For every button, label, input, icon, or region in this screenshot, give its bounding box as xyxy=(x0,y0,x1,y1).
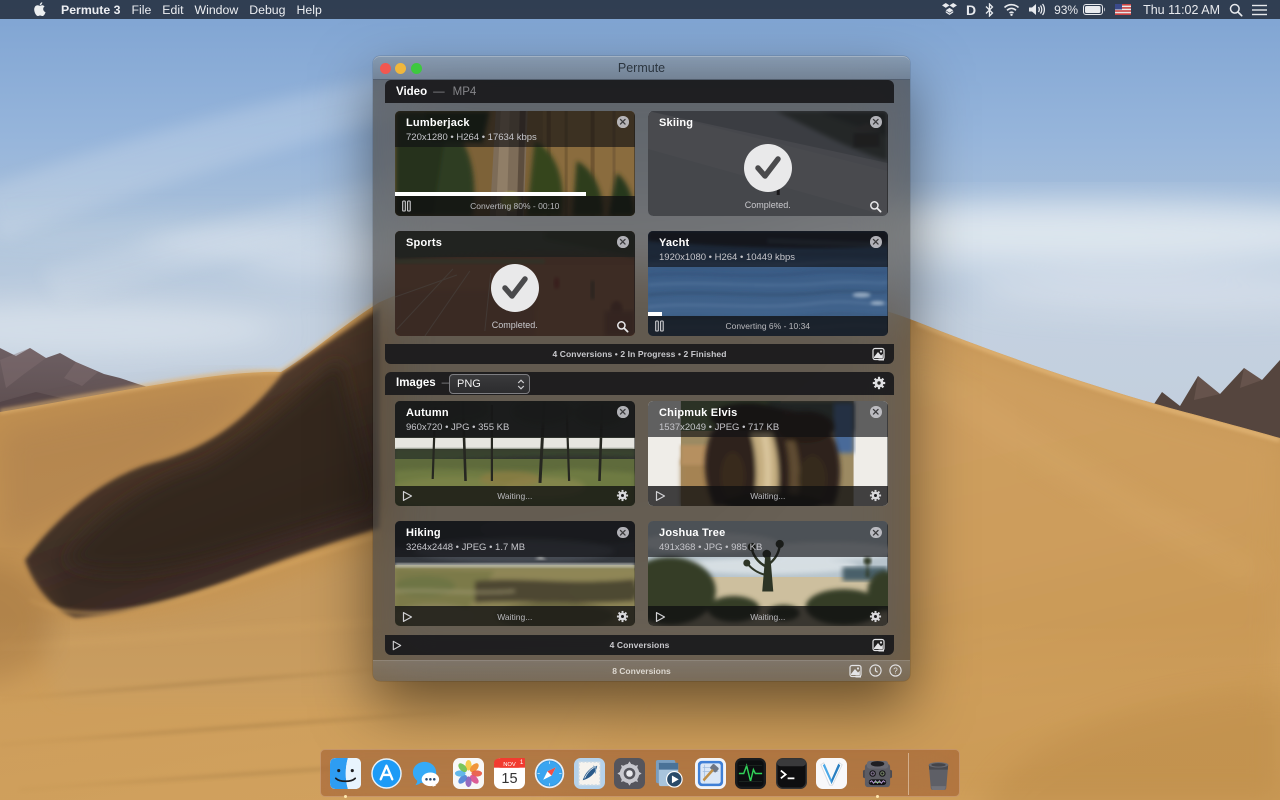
svg-text:NOV: NOV xyxy=(503,762,516,768)
svg-text:?: ? xyxy=(893,666,898,675)
svg-text:15: 15 xyxy=(501,771,517,787)
svg-text:1: 1 xyxy=(519,759,523,766)
